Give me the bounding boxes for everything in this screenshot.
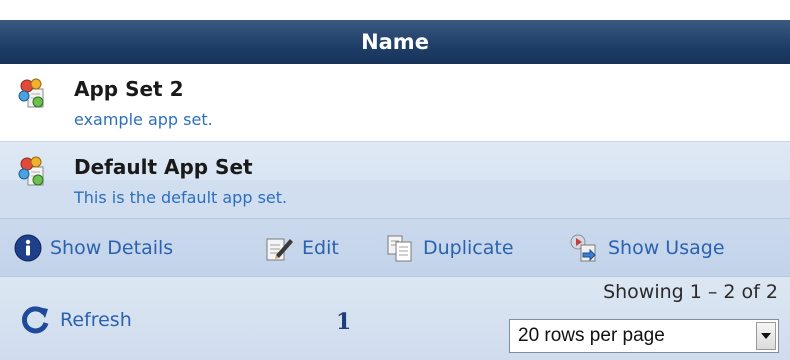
app-set-icon — [18, 78, 44, 108]
app-set-name: Default App Set — [74, 155, 253, 179]
show-details-label: Show Details — [50, 237, 174, 259]
app-set-name: App Set 2 — [74, 77, 184, 101]
showing-count: Showing 1 – 2 of 2 — [603, 281, 778, 303]
edit-icon — [266, 238, 293, 261]
refresh-label: Refresh — [60, 309, 132, 331]
app-set-icon — [18, 156, 44, 186]
edit-button[interactable]: Edit — [264, 233, 339, 263]
info-icon — [14, 234, 42, 262]
column-header-name[interactable]: Name — [0, 20, 790, 64]
edit-label: Edit — [302, 237, 339, 259]
table-row[interactable]: Default App Set This is the default app … — [0, 141, 790, 219]
show-usage-label: Show Usage — [608, 237, 725, 259]
show-usage-button[interactable]: Show Usage — [568, 233, 725, 263]
rows-per-page-value: 20 rows per page — [518, 325, 665, 346]
table-row[interactable]: App Set 2 example app set. — [0, 64, 790, 141]
refresh-button[interactable]: Refresh — [20, 305, 132, 335]
pagination-bar: Refresh 1 Showing 1 – 2 of 2 20 rows per… — [0, 276, 790, 360]
refresh-icon — [21, 306, 49, 334]
action-bar: Show Details Edit Duplicate Show Usage — [0, 218, 790, 276]
rows-per-page-select[interactable]: 20 rows per page — [509, 319, 779, 353]
column-header-label: Name — [361, 30, 429, 54]
chevron-down-icon[interactable] — [756, 322, 776, 350]
app-set-description: This is the default app set. — [74, 188, 288, 207]
duplicate-icon — [387, 235, 412, 262]
current-page-number[interactable]: 1 — [336, 309, 351, 335]
duplicate-button[interactable]: Duplicate — [385, 233, 514, 263]
app-set-description: example app set. — [74, 110, 213, 129]
show-details-button[interactable]: Show Details — [14, 233, 173, 263]
usage-icon — [570, 234, 596, 262]
app-set-list-panel: Name App Set 2 example app set. Default … — [0, 0, 790, 360]
duplicate-label: Duplicate — [423, 237, 514, 259]
